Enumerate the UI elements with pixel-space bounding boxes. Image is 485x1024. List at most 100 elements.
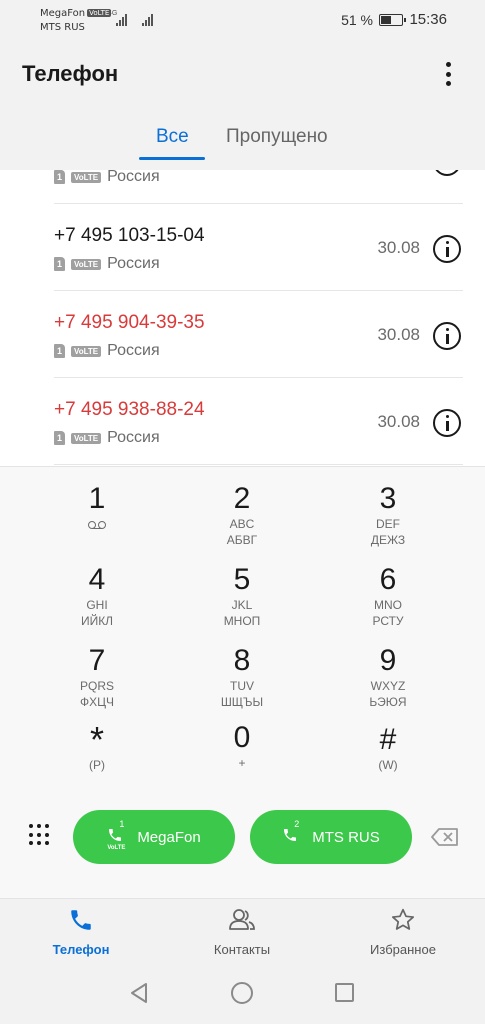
call-sim1-label: MegaFon — [137, 828, 201, 846]
call-log-row[interactable]: +7 495 103-15-04 1 VoLTE Россия 30.08 — [0, 204, 485, 291]
call-number: +7 495 103-15-04 — [54, 225, 205, 246]
call-date: 30.08 — [377, 325, 420, 344]
row-divider — [54, 464, 463, 465]
key-star[interactable]: * (P) — [37, 719, 157, 773]
key-letters-cyrillic: ЬЭЮЯ — [369, 695, 407, 709]
key-letters-cyrillic: РСТУ — [372, 614, 404, 628]
key-letters-cyrillic: ДЕЖЗ — [370, 533, 406, 547]
key-1[interactable]: 1 — [37, 482, 157, 534]
volte-icon: VoLTE — [71, 171, 102, 183]
call-meta: 1 VoLTE Россия — [54, 429, 160, 447]
key-9[interactable]: 9 WXYZ ЬЭЮЯ — [328, 644, 448, 710]
tab-all[interactable]: Все — [156, 126, 189, 148]
bottom-navigation: Телефон Контакты Избранное — [0, 898, 485, 968]
key-digit: * — [89, 719, 104, 760]
key-letters-cyrillic: ШЩЪЫ — [220, 695, 264, 709]
nav-favorites[interactable]: Избранное — [348, 907, 458, 957]
dialpad-toggle-icon[interactable] — [29, 824, 51, 846]
call-log-row[interactable]: +7 495 904-39-35 1 VoLTE Россия 30.08 — [0, 291, 485, 378]
volte-icon: VoLTE — [71, 258, 102, 270]
key-digit: 8 — [233, 644, 251, 677]
key-letters-latin: (W) — [378, 758, 398, 772]
call-log-list[interactable]: 1 VoLTE Россия +7 495 103-15-04 1 VoLTE … — [0, 170, 485, 466]
sim-number: 1 — [119, 819, 125, 829]
call-date: 30.08 — [377, 412, 420, 431]
call-country: Россия — [107, 255, 160, 272]
key-letters-latin: ABC — [229, 517, 255, 531]
key-letters-latin: (P) — [89, 758, 105, 772]
call-country: Россия — [107, 342, 160, 359]
battery-icon — [379, 14, 406, 26]
key-7[interactable]: 7 PQRS ФХЦЧ — [37, 644, 157, 710]
key-8[interactable]: 8 TUV ШЩЪЫ — [182, 644, 302, 710]
clock: 15:36 — [409, 11, 447, 28]
key-letters-latin: JKL — [231, 598, 253, 612]
key-digit: 4 — [88, 563, 106, 596]
call-meta: 1 VoLTE Россия — [54, 255, 160, 273]
phone-sim1-icon: 1 VoLTE — [107, 819, 129, 851]
status-bar: MegaFon VoLTE MTS RUS 4G 51 % 15:36 — [0, 0, 485, 44]
call-number: +7 495 904-39-35 — [54, 312, 205, 333]
battery-level — [381, 16, 391, 24]
volte-label: VoLTE — [107, 845, 126, 851]
key-letters-latin: + — [238, 756, 246, 770]
call-log-row[interactable]: 1 VoLTE Россия — [0, 170, 485, 204]
key-digit: # — [379, 723, 397, 756]
key-0[interactable]: 0 + — [182, 721, 302, 771]
tab-missed[interactable]: Пропущено — [226, 126, 328, 148]
nav-phone[interactable]: Телефон — [26, 907, 136, 957]
nav-contacts[interactable]: Контакты — [187, 907, 297, 957]
call-sim2-label: MTS RUS — [312, 828, 380, 846]
signal-2-icon — [142, 12, 153, 26]
sim-1-icon: 1 — [54, 257, 65, 271]
sim-number: 2 — [294, 819, 300, 829]
nav-contacts-label: Контакты — [213, 942, 271, 957]
page-title: Телефон — [22, 61, 119, 86]
info-icon[interactable] — [433, 170, 461, 176]
recents-icon[interactable] — [335, 983, 354, 1002]
tab-bar: Все Пропущено — [0, 122, 485, 162]
sim-1-icon: 1 — [54, 431, 65, 445]
key-5[interactable]: 5 JKL МНОП — [182, 563, 302, 629]
call-sim2-button[interactable]: 2 MTS RUS — [250, 810, 412, 864]
call-meta: 1 VoLTE Россия — [54, 342, 160, 360]
back-icon[interactable] — [128, 982, 150, 1009]
key-digit: 3 — [379, 482, 397, 515]
key-letters-latin: MNO — [374, 598, 402, 612]
key-hash[interactable]: # (W) — [328, 723, 448, 773]
call-date: 30.08 — [377, 238, 420, 257]
nav-phone-label: Телефон — [52, 942, 110, 957]
carrier-2: MTS RUS — [40, 22, 85, 33]
key-letters-latin: WXYZ — [370, 679, 406, 693]
key-digit: 6 — [379, 563, 397, 596]
key-2[interactable]: 2 ABC АБВГ — [182, 482, 302, 548]
call-number: +7 495 938-88-24 — [54, 399, 205, 420]
key-letters-cyrillic: МНОП — [223, 614, 261, 628]
signal-1-icon: 4G — [108, 10, 127, 26]
sim-1-icon: 1 — [54, 170, 65, 184]
backspace-icon[interactable] — [431, 828, 459, 846]
key-4[interactable]: 4 GHI ИЙКЛ — [37, 563, 157, 629]
carrier-1-name: MegaFon — [40, 8, 86, 19]
key-letters-latin: PQRS — [79, 679, 114, 693]
call-log-row[interactable]: +7 495 938-88-24 1 VoLTE Россия 30.08 — [0, 378, 485, 465]
call-country: Россия — [107, 170, 160, 185]
info-icon[interactable] — [433, 409, 461, 437]
battery-percent: 51 % — [341, 12, 373, 28]
call-sim1-button[interactable]: 1 VoLTE MegaFon — [73, 810, 235, 864]
call-country: Россия — [107, 429, 160, 446]
info-icon[interactable] — [433, 322, 461, 350]
contacts-icon — [187, 907, 297, 938]
key-digit: 0 — [233, 721, 251, 754]
volte-icon: VoLTE — [71, 432, 102, 444]
star-icon — [348, 907, 458, 938]
home-icon[interactable] — [231, 982, 253, 1004]
key-letters-latin: DEF — [376, 517, 400, 531]
voicemail-icon — [37, 516, 157, 534]
more-vert-icon[interactable] — [439, 60, 457, 88]
volte-icon: VoLTE — [71, 345, 102, 357]
key-digit: 5 — [233, 563, 251, 596]
key-3[interactable]: 3 DEF ДЕЖЗ — [328, 482, 448, 548]
key-6[interactable]: 6 MNO РСТУ — [328, 563, 448, 629]
info-icon[interactable] — [433, 235, 461, 263]
